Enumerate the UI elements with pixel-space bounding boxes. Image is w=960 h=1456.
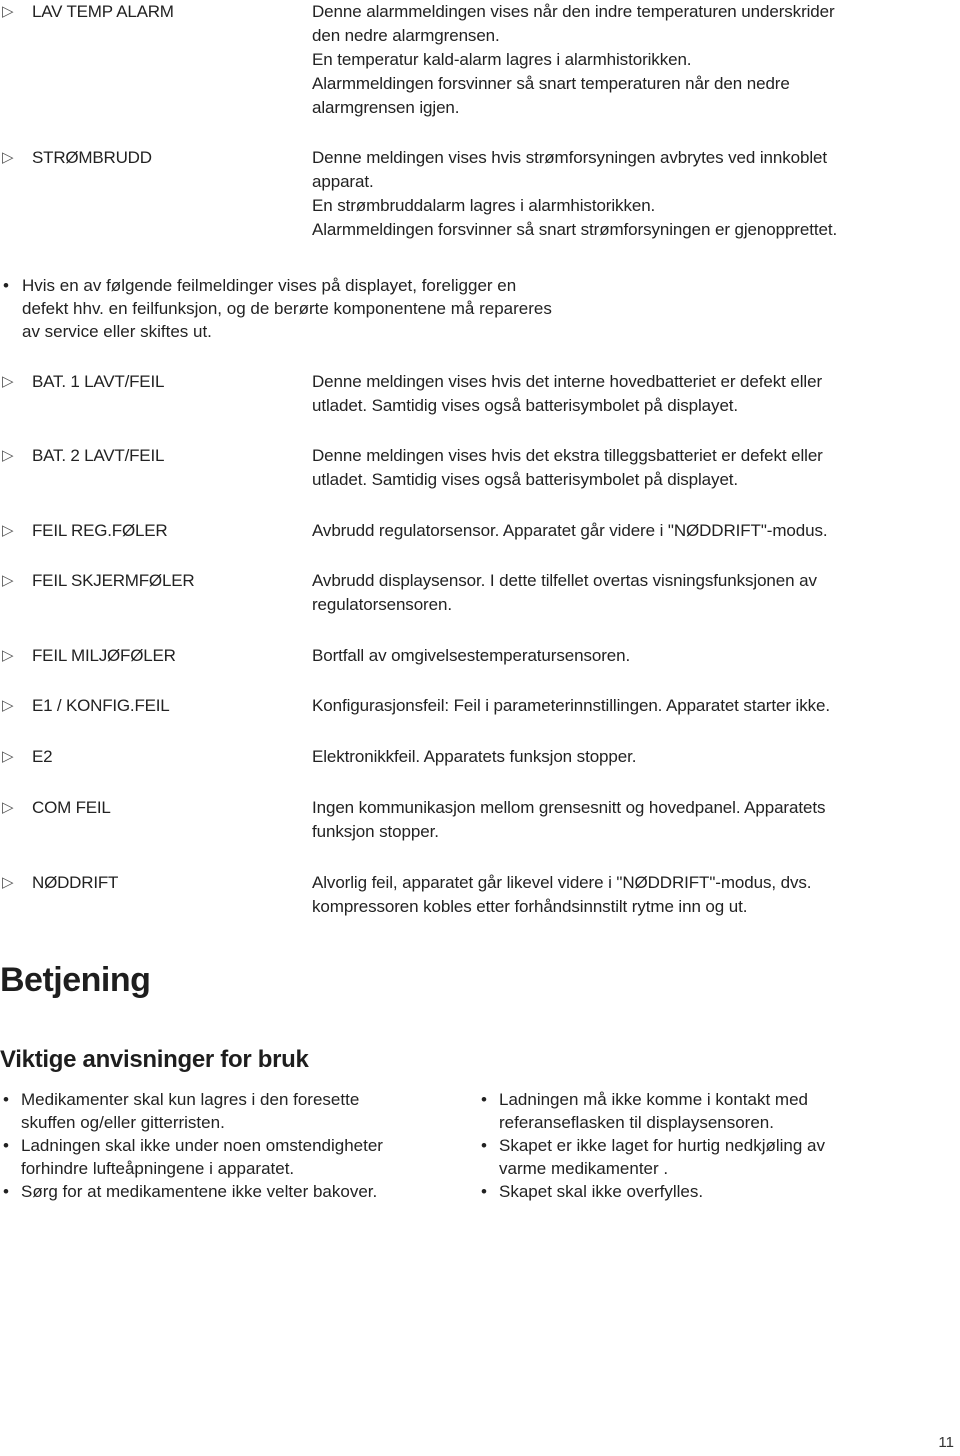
section-title: Betjening [0, 961, 151, 999]
error-description: Alvorlig feil, apparatet går likevel vid… [312, 871, 942, 919]
description-line: Ingen kommunikasjon mellom grensesnitt o… [312, 798, 826, 817]
list-item: • Ladningen skal ikke under noen omstend… [0, 1134, 460, 1180]
page-number: 11 [938, 1434, 954, 1451]
description-line: Alvorlig feil, apparatet går likevel vid… [312, 873, 812, 892]
triangle-right-icon: ▷ [2, 874, 14, 891]
error-description: Denne meldingen vises hvis det interne h… [312, 370, 942, 418]
error-description: Denne meldingen vises hvis det ekstra ti… [312, 444, 942, 492]
note-line: Hvis en av følgende feilmeldinger vises … [22, 276, 517, 295]
description-line: Alarmmeldingen forsvinner så snart tempe… [312, 74, 790, 93]
description-line: regulatorsensoren. [312, 595, 452, 614]
error-code: COM FEIL [32, 798, 111, 817]
error-code: BAT. 1 LAVT/FEIL [32, 372, 165, 391]
triangle-right-icon: ▷ [2, 373, 14, 390]
list-item: • Sørg for at medikamentene ikke velter … [0, 1180, 460, 1203]
triangle-right-icon: ▷ [2, 522, 14, 539]
bullet-icon: • [481, 1136, 487, 1155]
triangle-right-icon: ▷ [2, 799, 14, 816]
triangle-right-icon: ▷ [2, 572, 14, 589]
description-line: Denne alarmmeldingen vises når den indre… [312, 2, 835, 21]
list-item-line: Ladningen må ikke komme i kontakt med [499, 1090, 808, 1109]
description-line: Konfigurasjonsfeil: Feil i parameterinns… [312, 696, 830, 715]
error-code: NØDDRIFT [32, 873, 119, 892]
triangle-right-icon: ▷ [2, 447, 14, 464]
bullet-icon: • [3, 1136, 9, 1155]
list-item: • Ladningen må ikke komme i kontakt med … [478, 1088, 938, 1134]
triangle-right-icon: ▷ [2, 647, 14, 664]
description-line: Avbrudd regulatorsensor. Apparatet går v… [312, 521, 828, 540]
list-item: • Medikamenter skal kun lagres i den for… [0, 1088, 460, 1134]
description-line: Denne meldingen vises hvis strømforsynin… [312, 148, 827, 167]
description-line: alarmgrensen igjen. [312, 98, 460, 117]
alarm-code: LAV TEMP ALARM [32, 2, 174, 21]
description-line: Alarmmeldingen forsvinner så snart strøm… [312, 220, 838, 239]
error-description: Konfigurasjonsfeil: Feil i parameterinns… [312, 694, 942, 718]
description-line: Denne meldingen vises hvis det interne h… [312, 372, 823, 391]
list-item-line: skuffen og/eller gitterristen. [21, 1113, 225, 1132]
description-line: Avbrudd displaysensor. I dette tilfellet… [312, 571, 817, 590]
description-line: apparat. [312, 172, 374, 191]
bullet-icon: • [3, 276, 9, 295]
list-item: • Skapet er ikke laget for hurtig nedkjø… [478, 1134, 938, 1180]
note-line: av service eller skiftes ut. [22, 322, 212, 341]
description-line: utladet. Samtidig vises også batterisymb… [312, 470, 739, 489]
list-item-line: forhindre lufteåpningene i apparatet. [21, 1159, 295, 1178]
bullet-icon: • [481, 1182, 487, 1201]
error-code: FEIL SKJERMFØLER [32, 571, 195, 590]
list-item-line: varme medikamenter . [499, 1159, 669, 1178]
description-line: En strømbruddalarm lagres i alarmhistori… [312, 196, 656, 215]
error-description: Elektronikkfeil. Apparatets funksjon sto… [312, 745, 942, 769]
bullet-icon: • [3, 1182, 9, 1201]
list-item-line: referanseflasken til displaysensoren. [499, 1113, 774, 1132]
description-line: kompressoren kobles etter forhåndsinnsti… [312, 897, 748, 916]
description-line: Denne meldingen vises hvis det ekstra ti… [312, 446, 823, 465]
list-item: • Skapet skal ikke overfylles. [478, 1180, 938, 1203]
list-item-line: Skapet er ikke laget for hurtig nedkjøli… [499, 1136, 826, 1155]
description-line: En temperatur kald-alarm lagres i alarmh… [312, 50, 692, 69]
bullet-icon: • [3, 1090, 9, 1109]
list-item-line: Sørg for at medikamentene ikke velter ba… [21, 1182, 378, 1201]
list-item-line: Skapet skal ikke overfylles. [499, 1182, 704, 1201]
error-description: Bortfall av omgivelsestemperatursensoren… [312, 644, 942, 668]
error-code: BAT. 2 LAVT/FEIL [32, 446, 165, 465]
error-code: FEIL REG.FØLER [32, 521, 168, 540]
instructions-list-right: • Ladningen må ikke komme i kontakt med … [478, 1088, 938, 1203]
error-description: Ingen kommunikasjon mellom grensesnitt o… [312, 796, 942, 844]
error-code: FEIL MILJØFØLER [32, 646, 176, 665]
note-line: defekt hhv. en feilfunksjon, og de berør… [22, 299, 552, 318]
section-subtitle: Viktige anvisninger for bruk [0, 1046, 309, 1073]
note-text: Hvis en av følgende feilmeldinger vises … [22, 274, 642, 343]
bullet-icon: • [481, 1090, 487, 1109]
triangle-right-icon: ▷ [2, 3, 14, 20]
description-line: utladet. Samtidig vises også batterisymb… [312, 396, 739, 415]
description-line: funksjon stopper. [312, 822, 439, 841]
error-code: E1 / KONFIG.FEIL [32, 696, 170, 715]
alarm-description: Denne alarmmeldingen vises når den indre… [312, 0, 942, 120]
error-description: Avbrudd displaysensor. I dette tilfellet… [312, 569, 942, 617]
alarm-code: STRØMBRUDD [32, 148, 152, 167]
description-line: Elektronikkfeil. Apparatets funksjon sto… [312, 747, 637, 766]
instructions-list-left: • Medikamenter skal kun lagres i den for… [0, 1088, 460, 1203]
alarm-description: Denne meldingen vises hvis strømforsynin… [312, 146, 942, 242]
error-code: E2 [32, 747, 53, 766]
description-line: den nedre alarmgrensen. [312, 26, 500, 45]
description-line: Bortfall av omgivelsestemperatursensoren… [312, 646, 631, 665]
triangle-right-icon: ▷ [2, 748, 14, 765]
list-item-line: Ladningen skal ikke under noen omstendig… [21, 1136, 383, 1155]
triangle-right-icon: ▷ [2, 697, 14, 714]
error-description: Avbrudd regulatorsensor. Apparatet går v… [312, 519, 942, 543]
triangle-right-icon: ▷ [2, 149, 14, 166]
list-item-line: Medikamenter skal kun lagres i den fores… [21, 1090, 360, 1109]
